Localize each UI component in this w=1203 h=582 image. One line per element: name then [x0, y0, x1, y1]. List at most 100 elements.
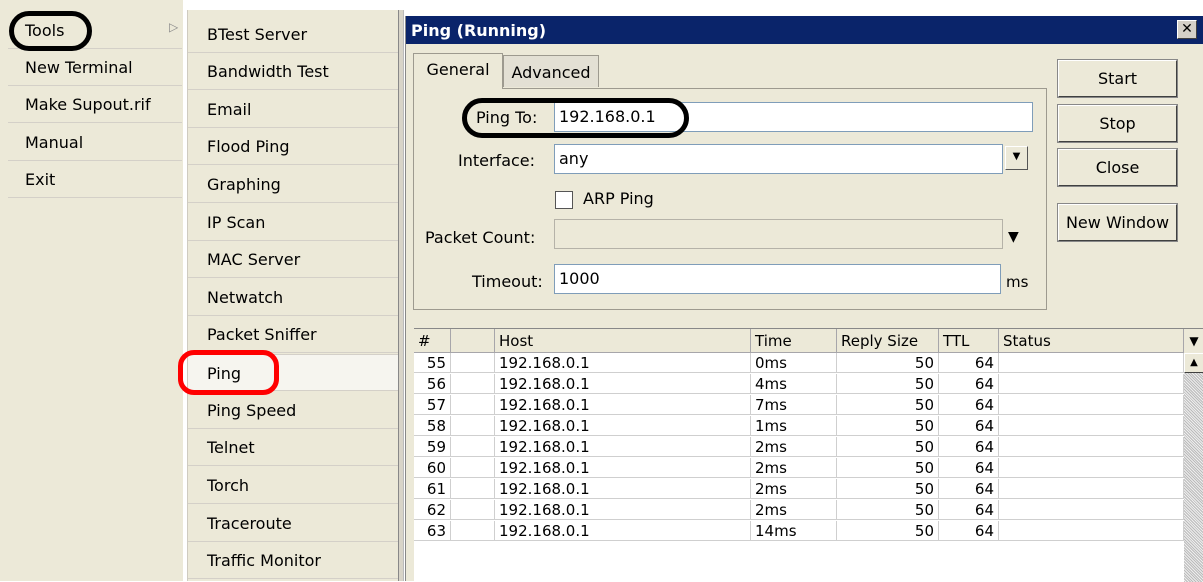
- column-header-flag[interactable]: [451, 329, 495, 353]
- cell-reply-size: 50: [837, 395, 939, 415]
- submenu-item-telnet[interactable]: Telnet: [188, 429, 398, 466]
- timeout-unit: ms: [1006, 273, 1029, 291]
- submenu-item-netwatch[interactable]: Netwatch: [188, 279, 398, 316]
- pane-divider[interactable]: [398, 10, 404, 581]
- cell-host: 192.168.0.1: [495, 521, 751, 541]
- column-header-host[interactable]: Host: [495, 329, 751, 353]
- table-row[interactable]: 56 192.168.0.1 4ms 50 64: [414, 374, 1184, 394]
- ping-highlight-circle: [178, 350, 279, 395]
- table-row[interactable]: 61 192.168.0.1 2ms 50 64: [414, 479, 1184, 499]
- menu-item-make-supout[interactable]: Make Supout.rif: [8, 86, 182, 123]
- submenu-item-flood-ping[interactable]: Flood Ping: [188, 128, 398, 165]
- cell-time: 2ms: [751, 437, 837, 457]
- column-menu-icon[interactable]: ▼: [1184, 329, 1203, 353]
- cell-status: [999, 479, 1184, 499]
- cell-host: 192.168.0.1: [495, 479, 751, 499]
- title-bar[interactable]: Ping (Running) ✕: [406, 16, 1203, 44]
- close-button[interactable]: Close: [1057, 148, 1178, 187]
- cell-reply-size: 50: [837, 353, 939, 373]
- submenu-item-traceroute[interactable]: Traceroute: [188, 505, 398, 542]
- column-header-reply-size[interactable]: Reply Size: [837, 329, 939, 353]
- cell-time: 0ms: [751, 353, 837, 373]
- cell-host: 192.168.0.1: [495, 500, 751, 520]
- cell-status: [999, 395, 1184, 415]
- table-row[interactable]: 63 192.168.0.1 14ms 50 64: [414, 521, 1184, 541]
- scrollbar[interactable]: [1184, 353, 1203, 582]
- cell-status: [999, 416, 1184, 436]
- ping-results-table: # Host Time Reply Size TTL Status ▼ 55 19…: [414, 328, 1203, 582]
- menu-item-label: New Terminal: [25, 58, 133, 77]
- cell-status: [999, 374, 1184, 394]
- submenu-item-ip-scan[interactable]: IP Scan: [188, 204, 398, 241]
- cell-time: 7ms: [751, 395, 837, 415]
- dropdown-arrow-icon[interactable]: ▼: [1005, 146, 1028, 170]
- menu-item-exit[interactable]: Exit: [8, 161, 182, 198]
- cell-time: 2ms: [751, 458, 837, 478]
- cell-time: 2ms: [751, 479, 837, 499]
- cell-reply-size: 50: [837, 458, 939, 478]
- tools-highlight-circle: [9, 11, 92, 51]
- submenu-item-traffic-monitor[interactable]: Traffic Monitor: [188, 542, 398, 579]
- menu-item-label: Manual: [25, 133, 84, 152]
- cell-ttl: 64: [939, 479, 999, 499]
- table-row[interactable]: 55 192.168.0.1 0ms 50 64: [414, 353, 1184, 373]
- cell-flag: [451, 479, 495, 499]
- cell-index: 57: [414, 395, 451, 415]
- window-title: Ping (Running): [411, 21, 547, 40]
- submenu-item-mac-server[interactable]: MAC Server: [188, 241, 398, 278]
- cell-status: [999, 458, 1184, 478]
- menu-item-new-terminal[interactable]: New Terminal: [8, 49, 182, 86]
- submenu-item-btest-server[interactable]: BTest Server: [188, 16, 398, 53]
- column-header-ttl[interactable]: TTL: [939, 329, 999, 353]
- timeout-field[interactable]: 1000: [554, 264, 1001, 294]
- packet-count-field[interactable]: [554, 219, 1003, 249]
- cell-index: 56: [414, 374, 451, 394]
- table-row[interactable]: 57 192.168.0.1 7ms 50 64: [414, 395, 1184, 415]
- cell-index: 60: [414, 458, 451, 478]
- tab-general[interactable]: General: [413, 53, 503, 89]
- submenu-item-label: Graphing: [207, 175, 281, 194]
- submenu-item-label: Bandwidth Test: [207, 62, 329, 81]
- stop-button[interactable]: Stop: [1057, 104, 1178, 143]
- submenu-item-label: Flood Ping: [207, 137, 290, 156]
- interface-label: Interface:: [458, 151, 536, 170]
- cell-reply-size: 50: [837, 479, 939, 499]
- new-window-button[interactable]: New Window: [1057, 203, 1178, 242]
- chevron-down-icon[interactable]: ▼: [1008, 229, 1019, 245]
- arp-ping-checkbox[interactable]: [555, 191, 573, 209]
- start-button[interactable]: Start: [1057, 59, 1178, 98]
- cell-time: 2ms: [751, 500, 837, 520]
- cell-reply-size: 50: [837, 500, 939, 520]
- cell-reply-size: 50: [837, 374, 939, 394]
- cell-flag: [451, 353, 495, 373]
- close-icon[interactable]: ✕: [1177, 20, 1197, 39]
- menu-item-manual[interactable]: Manual: [8, 124, 182, 161]
- cell-flag: [451, 395, 495, 415]
- submenu-item-packet-sniffer[interactable]: Packet Sniffer: [188, 316, 398, 353]
- cell-flag: [451, 374, 495, 394]
- column-header-index[interactable]: #: [414, 329, 451, 353]
- column-header-status[interactable]: Status: [999, 329, 1184, 353]
- table-row[interactable]: 60 192.168.0.1 2ms 50 64: [414, 458, 1184, 478]
- cell-ttl: 64: [939, 416, 999, 436]
- cell-host: 192.168.0.1: [495, 395, 751, 415]
- cell-flag: [451, 500, 495, 520]
- cell-ttl: 64: [939, 437, 999, 457]
- scroll-up-icon[interactable]: ▲: [1184, 353, 1203, 373]
- table-row[interactable]: 62 192.168.0.1 2ms 50 64: [414, 500, 1184, 520]
- cell-time: 14ms: [751, 521, 837, 541]
- submenu-item-bandwidth-test[interactable]: Bandwidth Test: [188, 53, 398, 90]
- submenu-item-email[interactable]: Email: [188, 91, 398, 128]
- table-row[interactable]: 58 192.168.0.1 1ms 50 64: [414, 416, 1184, 436]
- submenu-item-torch[interactable]: Torch: [188, 467, 398, 504]
- submenu-item-ping-speed[interactable]: Ping Speed: [188, 392, 398, 429]
- cell-index: 61: [414, 479, 451, 499]
- cell-time: 4ms: [751, 374, 837, 394]
- submenu-item-graphing[interactable]: Graphing: [188, 166, 398, 203]
- table-row[interactable]: 59 192.168.0.1 2ms 50 64: [414, 437, 1184, 457]
- interface-select[interactable]: any: [554, 144, 1003, 174]
- submenu-item-label: MAC Server: [207, 250, 301, 269]
- submenu-item-label: Ping Speed: [207, 401, 297, 420]
- column-header-time[interactable]: Time: [751, 329, 837, 353]
- tab-advanced[interactable]: Advanced: [503, 55, 599, 87]
